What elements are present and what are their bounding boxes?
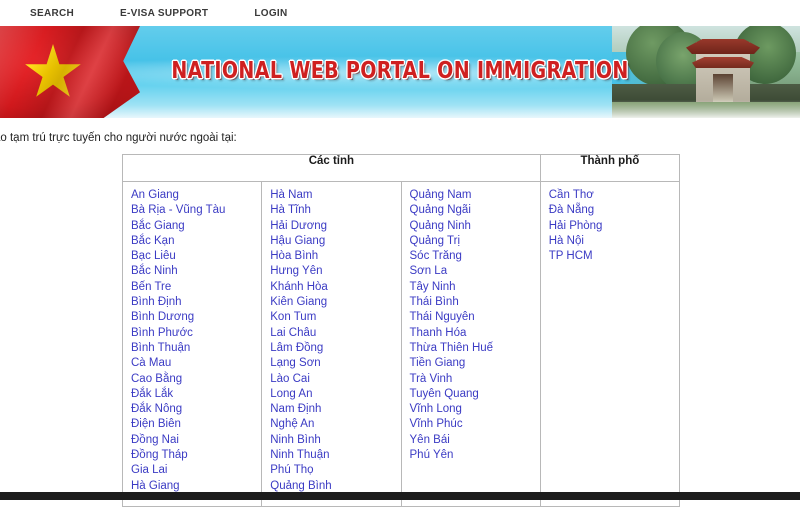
city-column: Cần Thơ Đà Nẵng Hải Phòng Hà Nội TP HCM: [539, 181, 681, 507]
province-link[interactable]: Nghệ An: [270, 417, 400, 432]
province-link[interactable]: Hòa Bình: [270, 249, 400, 264]
province-link[interactable]: Tuyên Quang: [410, 387, 540, 402]
province-link[interactable]: Quảng Ninh: [410, 219, 540, 234]
province-link[interactable]: An Giang: [131, 188, 261, 203]
table-head: Các tỉnh Thành phố: [122, 154, 681, 182]
table-row: An Giang Bà Rịa - Vũng Tàu Bắc Giang Bắc Kạ…: [121, 181, 681, 507]
province-link[interactable]: Khánh Hòa: [270, 280, 400, 295]
province-link[interactable]: Thừa Thiên Huế: [410, 341, 540, 356]
table-header-row: Các tỉnh Thành phố: [122, 154, 681, 182]
province-link[interactable]: Nam Định: [270, 402, 400, 417]
province-link[interactable]: Hà Nội: [549, 234, 679, 249]
province-link[interactable]: Tiền Giang: [410, 356, 540, 371]
temple-fade: [612, 100, 800, 118]
province-link[interactable]: Ninh Bình: [270, 433, 400, 448]
province-link[interactable]: Cần Thơ: [549, 188, 679, 203]
province-link[interactable]: Kon Tum: [270, 310, 400, 325]
province-column-1: An Giang Bà Rịa - Vũng Tàu Bắc Giang Bắc Kạ…: [121, 181, 263, 507]
province-link[interactable]: Lai Châu: [270, 326, 400, 341]
province-link[interactable]: Hậu Giang: [270, 234, 400, 249]
province-link[interactable]: Trà Vinh: [410, 372, 540, 387]
province-link[interactable]: Đồng Tháp: [131, 448, 261, 463]
province-link[interactable]: Yên Bái: [410, 433, 540, 448]
province-link[interactable]: Cao Bằng: [131, 372, 261, 387]
top-navigation-bar: SEARCH E-VISA SUPPORT LOGIN: [0, 0, 800, 26]
province-link[interactable]: Lào Cai: [270, 372, 400, 387]
province-link[interactable]: Hải Phòng: [549, 219, 679, 234]
province-link[interactable]: Bà Rịa - Vũng Tàu: [131, 203, 261, 218]
nav-item-login[interactable]: LOGIN: [254, 8, 287, 19]
province-city-table: Các tỉnh Thành phố An Giang Bà Rịa - Vũng…: [121, 154, 681, 507]
province-link[interactable]: Đắk Lắk: [131, 387, 261, 402]
province-link[interactable]: Bắc Giang: [131, 219, 261, 234]
nav-item-evisa-support[interactable]: E-VISA SUPPORT: [120, 8, 208, 19]
province-link[interactable]: Đắk Nông: [131, 402, 261, 417]
city-list: Cần Thơ Đà Nẵng Hải Phòng Hà Nội TP HCM: [549, 188, 679, 264]
province-link[interactable]: Cà Mau: [131, 356, 261, 371]
province-link[interactable]: Long An: [270, 387, 400, 402]
province-link[interactable]: Lạng Sơn: [270, 356, 400, 371]
province-link[interactable]: Hải Dương: [270, 219, 400, 234]
province-link[interactable]: Bạc Liêu: [131, 249, 261, 264]
province-link[interactable]: Quảng Nam: [410, 188, 540, 203]
province-link[interactable]: Phú Thọ: [270, 463, 400, 478]
province-link[interactable]: Gia Lai: [131, 463, 261, 478]
province-link[interactable]: Kiên Giang: [270, 295, 400, 310]
province-link[interactable]: Thái Bình: [410, 295, 540, 310]
province-link[interactable]: Phú Yên: [410, 448, 540, 463]
province-link[interactable]: TP HCM: [549, 249, 679, 264]
province-link[interactable]: Đà Nẵng: [549, 203, 679, 218]
province-link[interactable]: Quảng Trị: [410, 234, 540, 249]
table-body: An Giang Bà Rịa - Vũng Tàu Bắc Giang Bắc Kạ…: [121, 181, 681, 507]
province-link[interactable]: Sóc Trăng: [410, 249, 540, 264]
province-link[interactable]: Thanh Hóa: [410, 326, 540, 341]
site-banner: NATIONAL WEB PORTAL ON IMMIGRATION: [0, 26, 800, 118]
province-link[interactable]: Thái Nguyên: [410, 310, 540, 325]
page-content: áo tạm trú trực tuyến cho người nước ngo…: [0, 118, 800, 507]
province-column-3: Quảng Nam Quảng Ngãi Quảng Ninh Quảng Trị Só…: [400, 181, 541, 507]
intro-text: áo tạm trú trực tuyến cho người nước ngo…: [0, 132, 237, 144]
province-list-2: Hà Nam Hà Tĩnh Hải Dương Hậu Giang Hòa Bình H…: [270, 188, 400, 494]
province-link[interactable]: Vĩnh Phúc: [410, 417, 540, 432]
province-link[interactable]: Bình Phước: [131, 326, 261, 341]
province-link[interactable]: Bình Thuận: [131, 341, 261, 356]
province-link[interactable]: Ninh Thuận: [270, 448, 400, 463]
province-link[interactable]: Đồng Nai: [131, 433, 261, 448]
province-link[interactable]: Quảng Ngãi: [410, 203, 540, 218]
province-list-1: An Giang Bà Rịa - Vũng Tàu Bắc Giang Bắc Kạ…: [131, 188, 261, 494]
province-link[interactable]: Bến Tre: [131, 280, 261, 295]
banner-title: NATIONAL WEB PORTAL ON IMMIGRATION: [171, 58, 629, 84]
province-link[interactable]: Hà Nam: [270, 188, 400, 203]
nav-item-search[interactable]: SEARCH: [30, 8, 74, 19]
province-link[interactable]: Hưng Yên: [270, 264, 400, 279]
province-link[interactable]: Vĩnh Long: [410, 402, 540, 417]
province-link[interactable]: Sơn La: [410, 264, 540, 279]
province-link[interactable]: Bình Định: [131, 295, 261, 310]
bottom-bar: [0, 492, 800, 500]
province-link[interactable]: Tây Ninh: [410, 280, 540, 295]
province-link[interactable]: Bắc Kạn: [131, 234, 261, 249]
province-link[interactable]: Hà Tĩnh: [270, 203, 400, 218]
province-link[interactable]: Lâm Đồng: [270, 341, 400, 356]
province-column-2: Hà Nam Hà Tĩnh Hải Dương Hậu Giang Hòa Bình H…: [261, 181, 402, 507]
header-provinces: Các tỉnh: [122, 154, 541, 182]
province-link[interactable]: Bình Dương: [131, 310, 261, 325]
province-link[interactable]: Bắc Ninh: [131, 264, 261, 279]
header-cities: Thành phố: [539, 154, 681, 182]
province-list-3: Quảng Nam Quảng Ngãi Quảng Ninh Quảng Trị Só…: [410, 188, 540, 463]
province-link[interactable]: Điện Biên: [131, 417, 261, 432]
